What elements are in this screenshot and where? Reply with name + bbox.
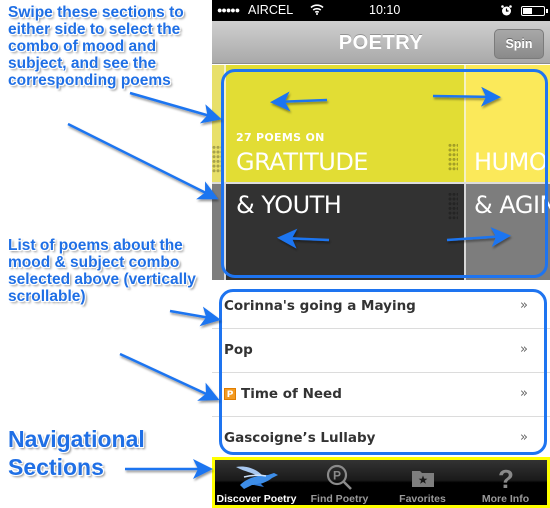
tab-discover-poetry[interactable]: Discover Poetry [215,460,298,505]
mood-card-next[interactable]: HUMO [466,65,550,182]
subject-card-next[interactable]: & AGIN [466,184,550,280]
battery-icon [521,6,548,16]
svg-text:?: ? [498,464,514,493]
carrier-name: AIRCEL [248,3,294,17]
clock: 10:10 [369,3,401,17]
podcast-badge-icon: P [224,388,236,400]
tab-favorites[interactable]: Favorites [381,460,464,505]
poem-title: Pop [224,342,253,358]
poem-list-item[interactable]: Pop » [212,329,550,373]
question-icon: ? [498,464,514,493]
tab-label: Discover Poetry [216,493,297,505]
tab-more-info[interactable]: ? More Info [464,460,547,505]
subject-card-previous[interactable] [212,184,224,280]
mood-card-selected[interactable]: 27 POEMS ON GRATITUDE [226,65,464,182]
poem-title: Corinna's going a Maying [224,298,416,314]
poem-count-label: 27 POEMS ON [236,131,325,144]
phone-screen: ●●●●● AIRCEL 10:10 POETRY Spin 27 POEMS … [212,0,550,508]
drag-grip-icon [448,143,458,171]
spin-button[interactable]: Spin [494,29,544,59]
poem-list-item[interactable]: P Time of Need » [212,373,550,417]
poem-search-icon: P [326,464,352,490]
mood-wheel[interactable]: 27 POEMS ON GRATITUDE HUMO [212,65,550,182]
drag-grip-icon [448,192,458,220]
tab-label: Find Poetry [310,493,369,505]
tab-label: More Info [481,493,530,505]
arrow-to-list [169,306,221,327]
arrow-to-subject-wheel [67,122,219,200]
arrow-to-mood-wheel [129,91,222,124]
tab-bar: Discover Poetry P Find Poetry Favorites … [212,457,550,508]
battery-fill [523,8,532,14]
tab-find-poetry[interactable]: P Find Poetry [298,460,381,505]
subject-card-selected[interactable]: & YOUTH [226,184,464,280]
star-folder-icon [411,471,434,487]
status-bar: ●●●●● AIRCEL 10:10 [212,0,550,21]
svg-text:P: P [332,469,340,483]
chevron-right-icon: » [520,342,528,357]
subject-label: & AGIN [474,191,550,219]
list-annotation: List of poems about the mood & subject c… [8,237,196,305]
poem-title-row: P Time of Need [224,386,342,402]
mood-card-previous[interactable] [212,65,224,182]
chevron-right-icon: » [520,386,528,401]
signal-strength: ●●●●● [217,5,240,15]
swipe-annotation: Swipe these sections to either side to s… [8,4,184,89]
wifi-icon [310,4,324,15]
poem-list-item[interactable]: Corinna's going a Maying » [212,285,550,329]
nav-bar: POETRY Spin [212,21,550,64]
nav-annotation: Navigational Sections [8,426,145,480]
poem-title: Time of Need [241,386,342,402]
poem-title: Gascoigne’s Lullaby [224,430,376,446]
chevron-right-icon: » [520,298,528,313]
mood-label: GRATITUDE [236,148,368,176]
poem-list-item[interactable]: Gascoigne’s Lullaby » [212,417,550,461]
chevron-right-icon: » [520,430,528,445]
arrow-to-badge-item [119,352,220,401]
tab-label: Favorites [399,493,446,505]
bird-icon [235,466,278,489]
battery-nub [546,9,548,13]
drag-grip-icon [212,145,222,173]
subject-wheel[interactable]: & YOUTH & AGIN [212,184,550,280]
poem-list[interactable]: Corinna's going a Maying » Pop » P Time o… [212,285,550,461]
mood-subject-selector: 27 POEMS ON GRATITUDE HUMO & YOUTH & AGI… [212,65,550,280]
subject-label: & YOUTH [236,191,342,219]
alarm-icon [501,5,512,16]
mood-label: HUMO [474,148,548,176]
